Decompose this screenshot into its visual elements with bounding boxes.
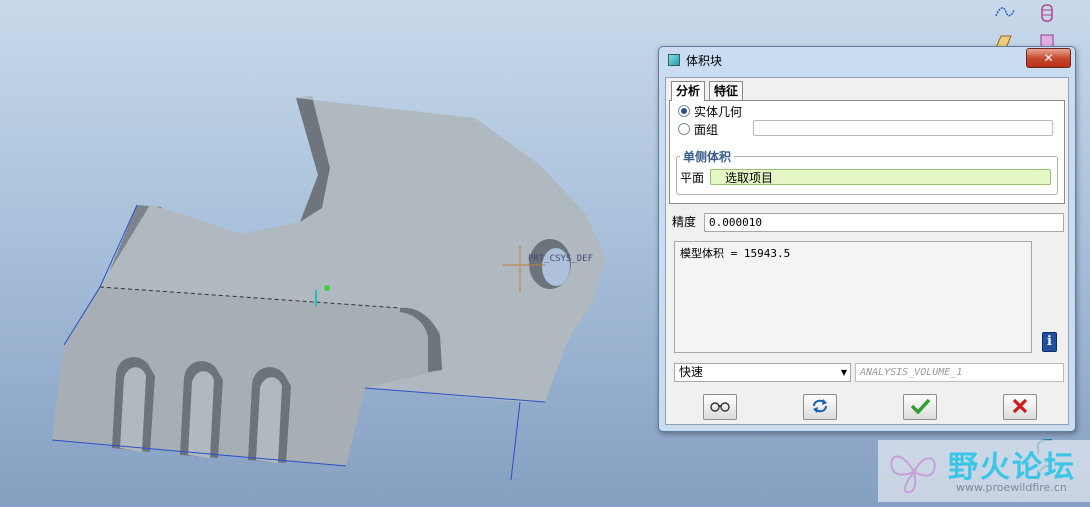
- x-icon: [1012, 398, 1028, 414]
- volume-dialog: 体积块 ✕ 分析 特征 实体几何 面组 单侧体积 平面 选取项目 精度 0.00…: [658, 46, 1076, 432]
- radio-unselected-indicator: [678, 123, 690, 135]
- analysis-name-input[interactable]: ANALYSIS_VOLUME_1: [855, 363, 1064, 382]
- chevron-down-icon: ▼: [840, 368, 847, 377]
- coil-icon[interactable]: [1036, 2, 1058, 24]
- dialog-body: 分析 特征 实体几何 面组 单侧体积 平面 选取项目 精度 0.000010 模…: [665, 77, 1069, 425]
- dialog-title: 体积块: [686, 54, 723, 68]
- forum-watermark: 野火论坛 www.proewildfire.cn: [878, 440, 1090, 502]
- analysis-tab-page: 实体几何 面组 单侧体积 平面 选取项目: [669, 100, 1065, 204]
- repeat-button[interactable]: [803, 394, 837, 420]
- center-marker-dot: [324, 285, 330, 291]
- quilt-collector-field[interactable]: [753, 120, 1053, 136]
- plane-collector-field[interactable]: 选取项目: [710, 169, 1051, 185]
- dialog-titlebar[interactable]: 体积块 ✕: [659, 47, 1075, 73]
- butterfly-logo-icon: [890, 455, 936, 494]
- glasses-icon: [710, 402, 730, 412]
- cancel-button[interactable]: [1003, 394, 1037, 420]
- slot-2-inner: [188, 371, 214, 458]
- slot-3-inner: [256, 377, 282, 463]
- watermark-url: www.proewildfire.cn: [956, 481, 1067, 494]
- analysis-mode-dropdown[interactable]: 快速 ▼: [674, 363, 851, 382]
- radio-selected-indicator: [678, 105, 690, 117]
- result-text-area[interactable]: 模型体积 = 15943.5: [674, 241, 1032, 353]
- checkmark-icon: [910, 398, 931, 414]
- radio-solid-geometry[interactable]: 实体几何: [678, 104, 742, 120]
- csys-label: PRT_CSYS_DEF: [528, 254, 593, 264]
- refresh-icon: [813, 399, 827, 413]
- tab-feature[interactable]: 特征: [709, 81, 744, 100]
- dialog-app-icon: [668, 54, 680, 66]
- radio-solid-geometry-label: 实体几何: [694, 105, 743, 119]
- info-icon[interactable]: i: [1042, 332, 1057, 352]
- part-front-face: [52, 287, 442, 466]
- precision-input[interactable]: 0.000010: [704, 213, 1064, 232]
- datum-axis: [510, 401, 521, 481]
- watermark-title: 野火论坛: [948, 450, 1076, 485]
- tab-analysis[interactable]: 分析: [671, 81, 706, 101]
- analysis-mode-value: 快速: [679, 365, 704, 379]
- precision-label: 精度: [672, 215, 697, 229]
- ok-button[interactable]: [903, 394, 937, 420]
- one-side-volume-title: 单侧体积: [680, 148, 735, 165]
- close-button[interactable]: ✕: [1026, 48, 1071, 68]
- slot-1-inner: [120, 367, 146, 452]
- radio-quilt[interactable]: 面组: [678, 122, 718, 138]
- preview-button[interactable]: [703, 394, 737, 420]
- datum-curve-icon[interactable]: [994, 2, 1016, 24]
- radio-quilt-label: 面组: [694, 123, 719, 137]
- plane-label: 平面: [680, 171, 705, 185]
